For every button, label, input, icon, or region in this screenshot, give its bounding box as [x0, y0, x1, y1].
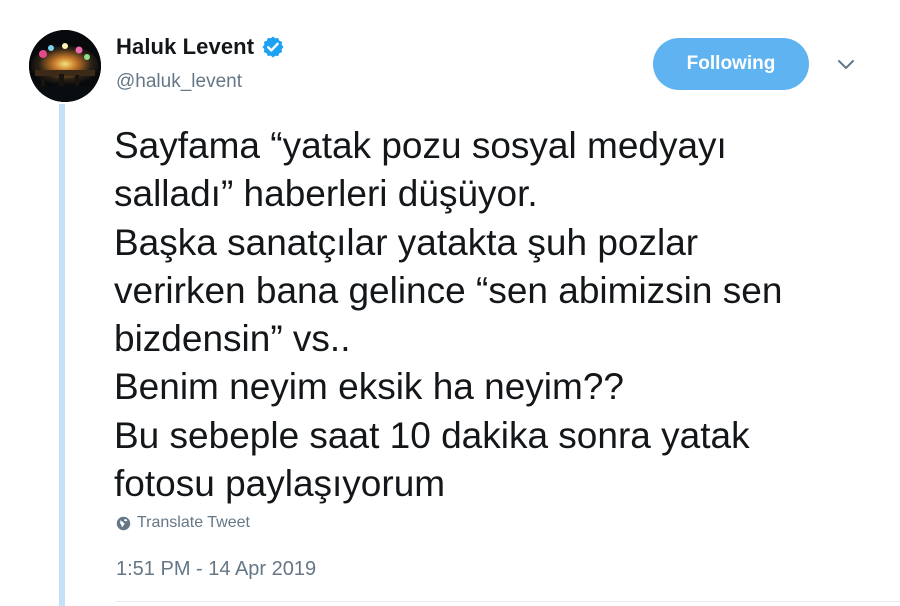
tweet-line: salladı” haberleri düşüyor.: [114, 173, 538, 215]
tweet-text: Sayfama “yatak pozu sosyal medyayı salla…: [114, 122, 884, 508]
divider: [116, 601, 900, 602]
display-name[interactable]: Haluk Levent: [116, 34, 254, 60]
tweet-line: Sayfama “yatak pozu sosyal medyayı: [114, 125, 727, 166]
globe-icon: [116, 516, 131, 530]
tweet-line: verirken bana gelince “sen abimizsin sen: [114, 269, 783, 311]
tweet-line: fotosu paylaşıyorum: [114, 463, 446, 505]
translate-tweet-link[interactable]: Translate Tweet: [116, 514, 250, 532]
thread-line: [59, 104, 65, 606]
verified-badge-icon: [262, 36, 284, 58]
tweet-line: Bu sebeple saat 10 dakika sonra yatak: [114, 414, 750, 456]
avatar-concert-image: [29, 30, 101, 102]
avatar[interactable]: [29, 30, 101, 102]
tweet-line: Başka sanatçılar yatakta şuh pozlar: [114, 221, 699, 263]
tweet-line: bizdensin” vs..: [114, 318, 351, 360]
user-handle[interactable]: @haluk_levent: [116, 71, 242, 93]
user-name-row: Haluk Levent: [116, 34, 285, 60]
following-button[interactable]: Following: [653, 38, 809, 90]
chevron-down-icon[interactable]: [835, 56, 857, 72]
tweet-timestamp[interactable]: 1:51 PM - 14 Apr 2019: [116, 558, 316, 581]
tweet-line: Benim neyim eksik ha neyim??: [114, 366, 624, 408]
translate-tweet-label: Translate Tweet: [137, 514, 250, 531]
